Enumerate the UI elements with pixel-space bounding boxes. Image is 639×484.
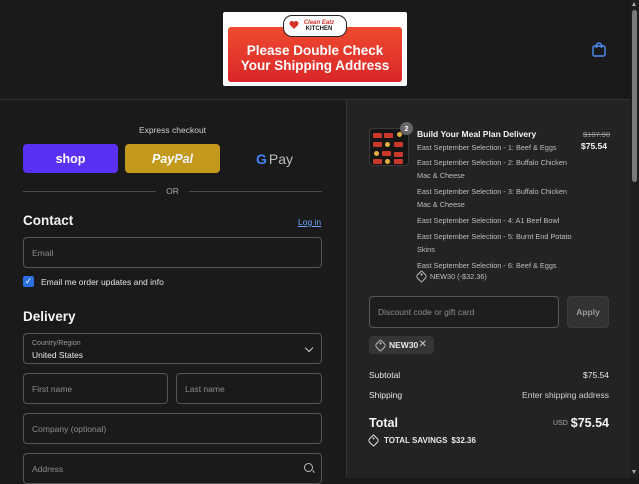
order-summary: 2 Build Your Meal Plan Delivery $107.90 … xyxy=(346,100,631,478)
company-placeholder: Company (optional) xyxy=(32,423,107,434)
tag-icon xyxy=(374,338,387,352)
last-name-field[interactable]: Last name xyxy=(176,373,322,404)
shop-pay-label: shop xyxy=(55,151,86,166)
product-title: Build Your Meal Plan Delivery xyxy=(417,129,537,139)
current-price: $75.54 xyxy=(581,141,607,151)
paypal-button[interactable]: Pay Pal xyxy=(125,144,220,173)
subtotal-label: Subtotal xyxy=(369,370,401,380)
original-price: $107.90 xyxy=(583,130,611,139)
tag-icon xyxy=(415,270,428,283)
company-field[interactable]: Company (optional) xyxy=(23,413,322,444)
chevron-down-icon xyxy=(304,343,314,353)
email-updates-label: Email me order updates and info xyxy=(41,277,164,287)
savings-value: $32.36 xyxy=(451,436,476,445)
discount-placeholder: Discount code or gift card xyxy=(378,307,475,317)
first-name-field[interactable]: First name xyxy=(23,373,168,404)
email-placeholder: Email xyxy=(32,247,54,258)
last-name-placeholder: Last name xyxy=(185,383,225,394)
contact-heading: Contact xyxy=(23,213,74,228)
country-value: United States xyxy=(32,350,84,360)
product-discount-line: NEW30 (-$32.36) xyxy=(415,270,487,283)
site-header: Clean Eatz KITCHEN Please Double Check Y… xyxy=(0,0,630,100)
address-placeholder: Address xyxy=(32,463,64,474)
shipping-label: Shipping xyxy=(369,390,403,400)
banner-line-2: Your Shipping Address xyxy=(240,57,390,73)
email-updates-checkbox[interactable]: ✓ xyxy=(23,276,34,287)
tag-icon xyxy=(367,434,380,447)
shop-pay-button[interactable]: shop xyxy=(23,144,118,173)
email-field[interactable]: Email xyxy=(23,237,322,268)
logo-kitchen-text: KITCHEN xyxy=(305,26,333,32)
savings-label: TOTAL SAVINGS xyxy=(384,436,448,445)
divider-line-right xyxy=(189,191,322,192)
apply-label: Apply xyxy=(576,307,600,317)
delivery-heading: Delivery xyxy=(23,309,76,324)
banner-line-1: Please Double Check xyxy=(246,42,384,58)
scrollbar-thumb[interactable] xyxy=(632,10,637,182)
heart-icon xyxy=(289,21,299,29)
selection-line: East September Selection - 4: A1 Beef Bo… xyxy=(417,216,560,225)
google-pay-button[interactable]: G Pay xyxy=(227,144,322,173)
first-name-placeholder: First name xyxy=(32,383,73,394)
scroll-down-arrow-icon[interactable] xyxy=(632,470,636,474)
product-discount-text: NEW30 (-$32.36) xyxy=(430,272,487,281)
country-select[interactable]: Country/Region United States xyxy=(23,333,322,364)
paypal-pal-label: Pal xyxy=(174,151,193,166)
express-checkout-title: Express checkout xyxy=(138,125,207,135)
selection-line: East September Selection - 3: Buffalo Ch… xyxy=(417,187,567,209)
selection-line: East September Selection - 6: Beef & Egg… xyxy=(417,261,557,270)
discount-code-input[interactable]: Discount code or gift card xyxy=(369,296,559,328)
currency-code: USD xyxy=(553,420,568,427)
or-divider: OR xyxy=(23,186,322,196)
or-label: OR xyxy=(166,186,179,196)
checkout-form: Express checkout shop Pay Pal G Pay OR Con… xyxy=(0,100,345,484)
clean-eatz-logo: Clean Eatz KITCHEN xyxy=(283,15,347,37)
checkmark-icon: ✓ xyxy=(24,276,33,286)
divider-line-left xyxy=(23,191,156,192)
apply-button[interactable]: Apply xyxy=(567,296,609,328)
paypal-pay-label: Pay xyxy=(151,151,175,166)
log-in-link[interactable]: Log in xyxy=(298,217,321,227)
shipping-value: Enter shipping address xyxy=(522,390,609,400)
applied-discount-chip: NEW30 ✕ xyxy=(369,336,434,354)
google-g-icon: G xyxy=(255,150,267,167)
shopping-bag-icon[interactable] xyxy=(592,42,606,57)
total-value: $75.54 xyxy=(570,416,609,430)
remove-discount-close-icon[interactable]: ✕ xyxy=(419,339,427,350)
scroll-up-arrow-icon[interactable] xyxy=(632,2,636,6)
selection-line: East September Selection - 1: Beef & Egg… xyxy=(417,143,557,152)
country-label: Country/Region xyxy=(32,340,81,347)
total-savings: TOTAL SAVINGS $32.36 xyxy=(367,434,476,447)
selection-line: East September Selection - 5: Burnt End … xyxy=(417,232,572,254)
address-field[interactable]: Address xyxy=(23,453,322,484)
total-label: Total xyxy=(369,416,398,430)
page-scrollbar[interactable] xyxy=(630,0,639,478)
selection-line: East September Selection - 2: Buffalo Ch… xyxy=(417,158,567,180)
google-pay-label: Pay xyxy=(268,150,293,167)
store-logo-banner[interactable]: Clean Eatz KITCHEN Please Double Check Y… xyxy=(223,12,407,86)
search-icon[interactable] xyxy=(304,463,313,472)
quantity-badge: 2 xyxy=(400,122,413,135)
applied-code-text: NEW30 xyxy=(389,340,419,350)
subtotal-value: $75.54 xyxy=(583,370,609,380)
